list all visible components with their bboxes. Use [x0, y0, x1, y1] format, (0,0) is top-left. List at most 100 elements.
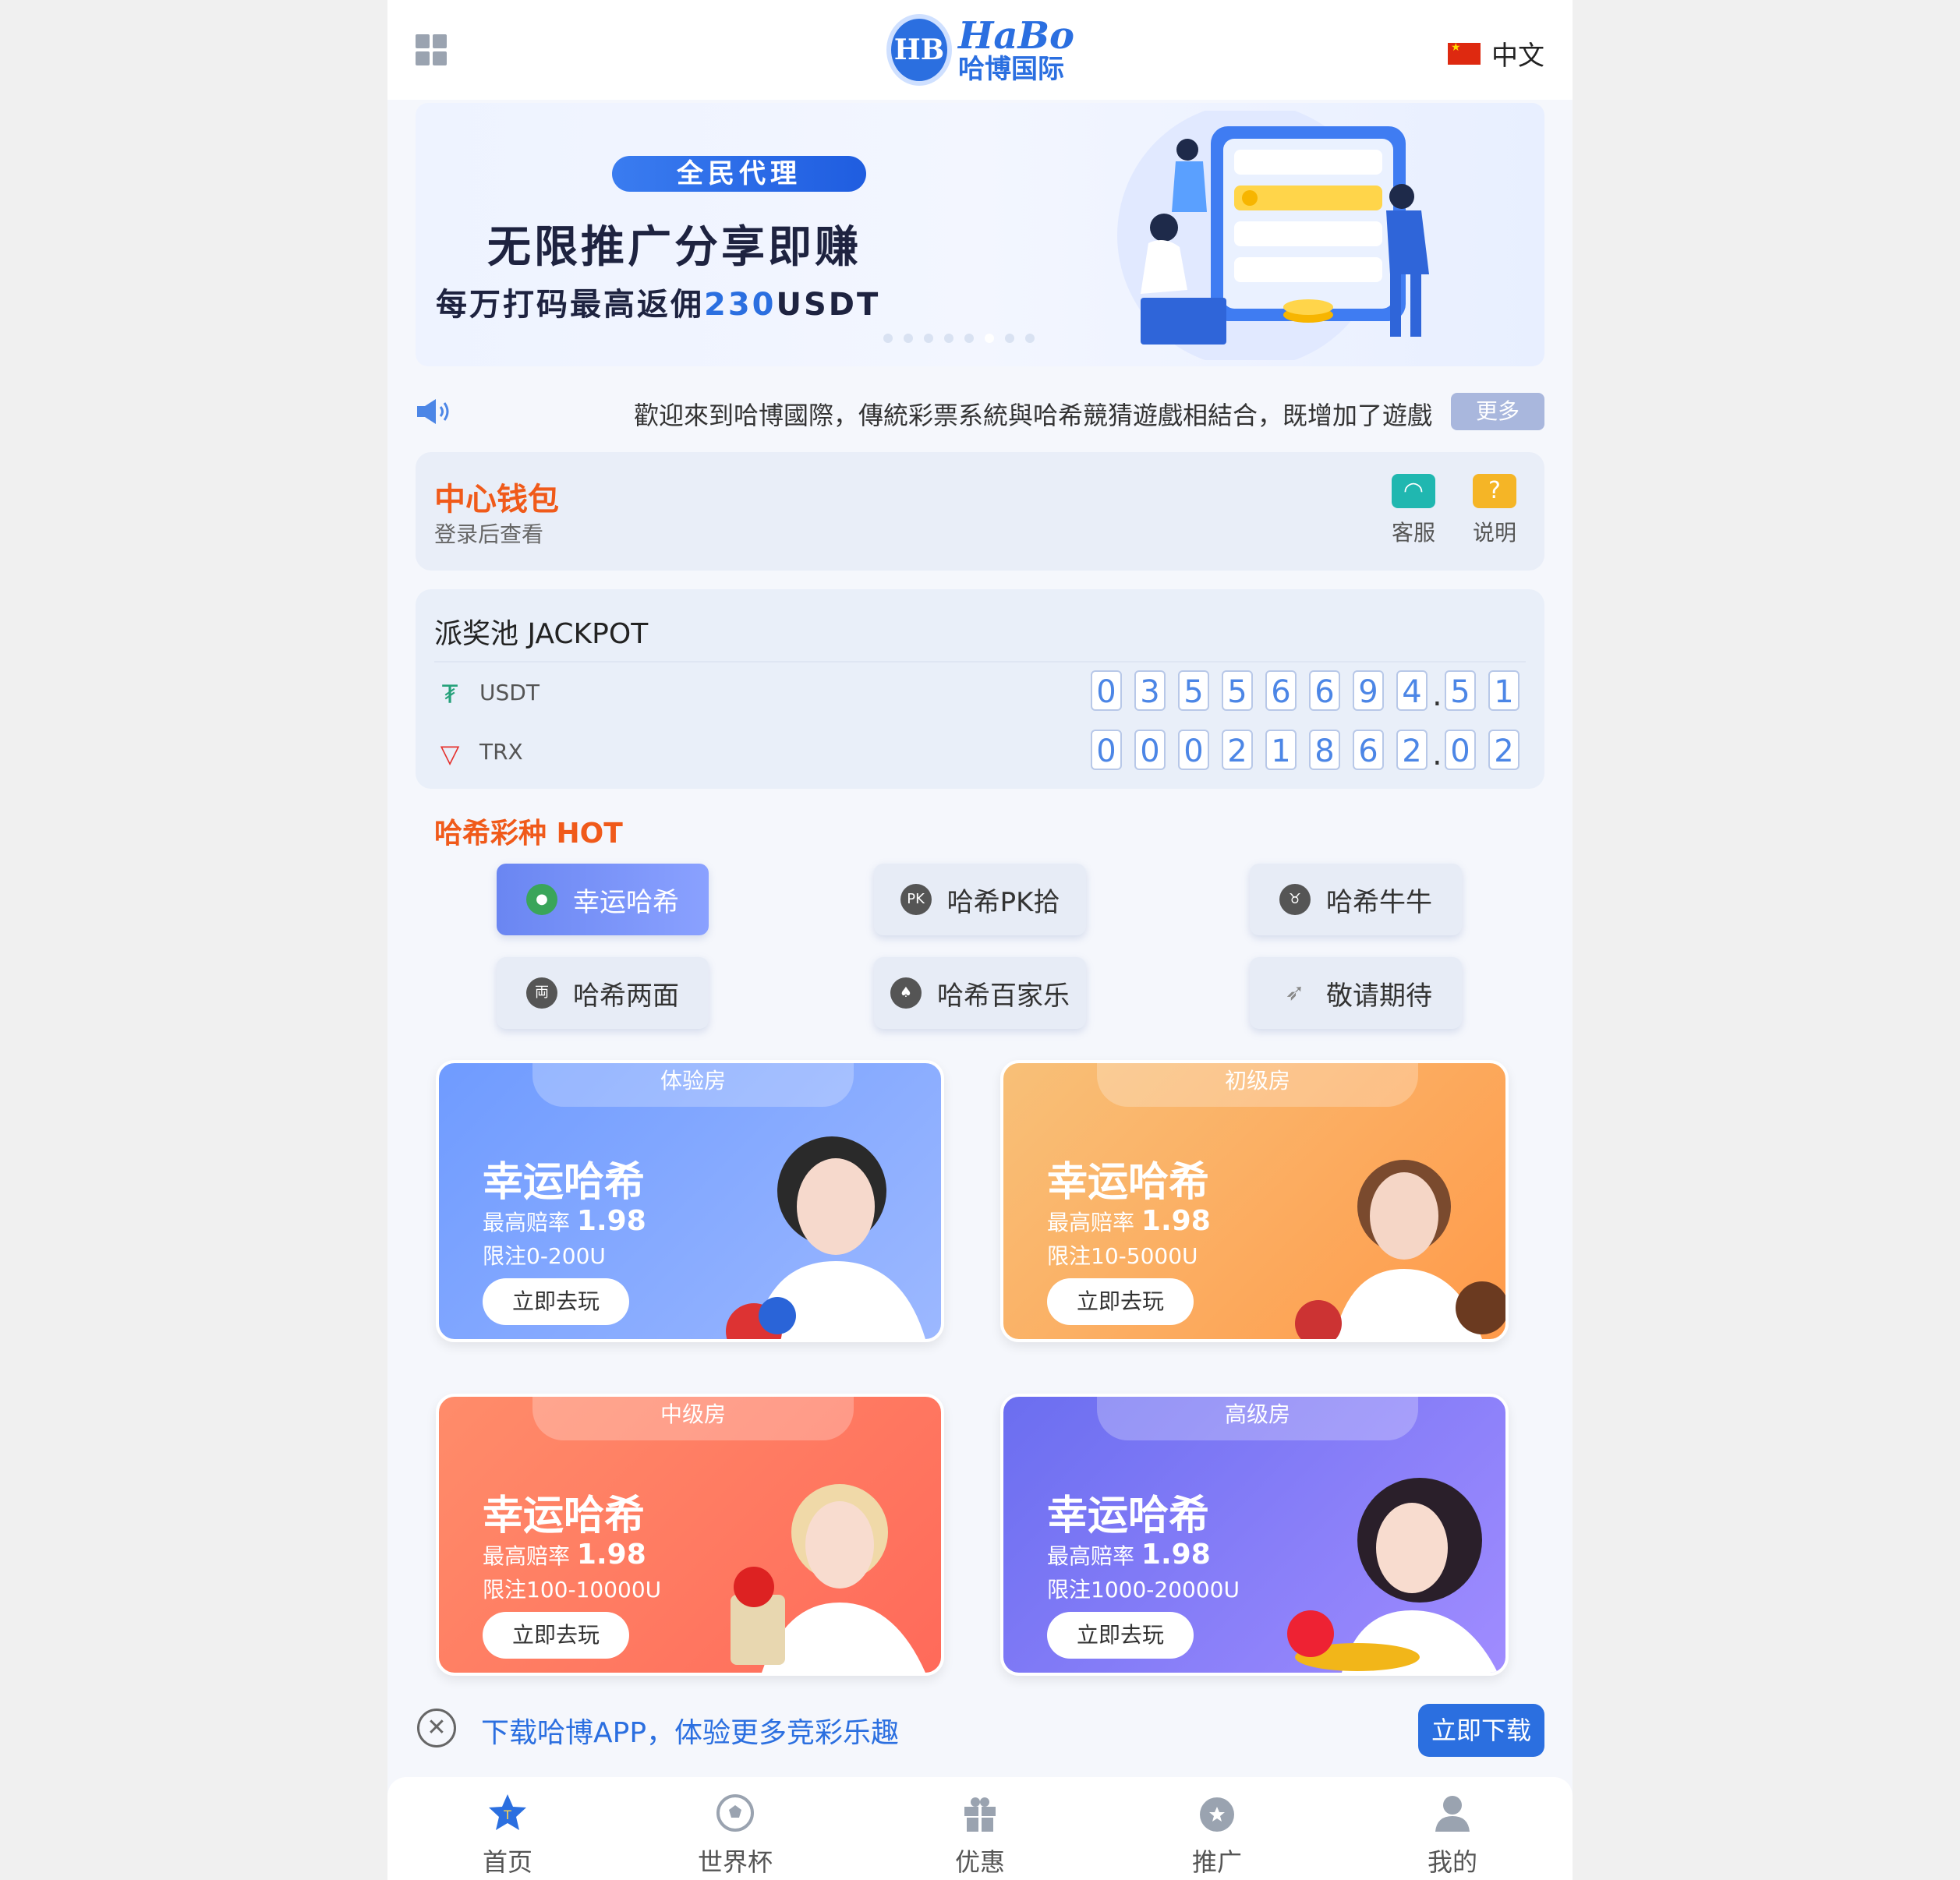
room-limit: 限注10-5000U	[1047, 1243, 1198, 1269]
room-odds: 最高赔率 1.98	[483, 1205, 646, 1237]
home-star-icon: T	[489, 1794, 526, 1830]
jackpot-digit: 5	[1178, 670, 1209, 711]
wallet-title: 中心钱包	[434, 482, 559, 518]
game-baccarat-button[interactable]: ♠ 哈希百家乐	[874, 957, 1086, 1029]
tab-promotions[interactable]: 优惠	[925, 1791, 1035, 1878]
hostess-image	[1287, 1478, 1498, 1673]
tab-home[interactable]: T 首页	[453, 1791, 562, 1878]
help-label: 说明	[1472, 520, 1516, 546]
usdt-icon: ₮	[441, 680, 458, 709]
jackpot-digit: 0	[1091, 730, 1122, 770]
tab-world-cup[interactable]: 世界杯	[681, 1791, 790, 1878]
soccer-ball-icon	[716, 1794, 754, 1832]
jackpot-digit: 0	[1134, 730, 1166, 770]
game-two-sides-button[interactable]: 両哈希两面	[497, 957, 709, 1029]
room-limit: 限注1000-20000U	[1047, 1577, 1240, 1603]
customer-service-button[interactable]: ◠ 客服	[1390, 474, 1437, 547]
help-button[interactable]: ? 说明	[1471, 474, 1518, 547]
promo-banner[interactable]: 全民代理 无限推广分享即赚 每万打码最高返佣230USDT	[416, 103, 1544, 366]
jackpot-digit: 0	[1178, 730, 1209, 770]
jackpot-digit: 6	[1265, 670, 1297, 711]
pk-icon: PK	[900, 884, 932, 915]
tab-label: 首页	[482, 1847, 532, 1877]
jackpot-digit: 0	[1091, 670, 1122, 711]
play-now-button[interactable]: 立即去玩	[1047, 1612, 1194, 1659]
divider	[434, 661, 1526, 663]
jackpot-digit: 1	[1265, 730, 1297, 770]
app-screen: HB HaBo 哈博国际 中文 全民代理 无限推广分享即赚 每万打码最高返佣23…	[387, 0, 1573, 1880]
hostess-image	[731, 1484, 925, 1673]
customer-service-label: 客服	[1391, 520, 1435, 546]
game-label: 幸运哈希	[573, 886, 679, 918]
jackpot-digit: 1	[1488, 670, 1520, 711]
banner-pill: 全民代理	[612, 156, 866, 192]
wallet-card: 中心钱包 登录后查看 ◠ 客服 ? 说明	[416, 452, 1544, 571]
medal-icon	[1200, 1797, 1234, 1832]
logo-badge: HB	[886, 14, 952, 86]
room-title: 幸运哈希	[483, 1493, 646, 1539]
play-now-button[interactable]: 立即去玩	[1047, 1278, 1194, 1325]
download-bar: ✕ 下载哈博APP，体验更多竞彩乐趣 立即下载	[387, 1696, 1573, 1765]
tab-label: 我的	[1427, 1847, 1477, 1877]
game-label: 哈希两面	[573, 980, 679, 1012]
tab-referral[interactable]: 推广	[1162, 1791, 1272, 1878]
jackpot-digit: 8	[1309, 730, 1340, 770]
game-pk10-button[interactable]: PK 哈希PK拾	[874, 864, 1086, 935]
room-card-advanced[interactable]: 高级房 幸运哈希 最高赔率 1.98 限注1000-20000U 立即去玩	[1000, 1394, 1509, 1676]
rocket-icon: ➶	[1285, 979, 1305, 1006]
language-label: 中文	[1491, 41, 1544, 72]
cards-icon: ♠	[890, 977, 922, 1009]
room-odds: 最高赔率 1.98	[1047, 1205, 1211, 1237]
two-sides-icon: 両	[526, 977, 557, 1009]
room-odds: 最高赔率 1.98	[1047, 1539, 1211, 1571]
svg-text:T: T	[503, 1808, 511, 1822]
download-promo-text: 下载哈博APP，体验更多竞彩乐趣	[481, 1717, 900, 1749]
room-title: 幸运哈希	[1047, 1159, 1210, 1206]
room-card-intermediate[interactable]: 中级房 幸运哈希 最高赔率 1.98 限注100-10000U 立即去玩	[436, 1394, 944, 1676]
grid-menu-icon[interactable]	[416, 34, 447, 65]
jackpot-digit: 2	[1222, 730, 1253, 770]
jackpot-row-usdt: ₮ USDT 03556694.51	[434, 670, 1526, 717]
download-now-button[interactable]: 立即下载	[1418, 1704, 1544, 1757]
jackpot-digit: 2	[1396, 730, 1428, 770]
lucky-balls-icon: ●	[526, 884, 557, 915]
game-label: 哈希百家乐	[937, 980, 1070, 1012]
hot-section-title: 哈希彩种 HOT	[434, 818, 623, 850]
play-now-button[interactable]: 立即去玩	[483, 1278, 629, 1325]
bottom-tab-bar: T 首页 世界杯 优惠 推广 我的	[387, 1777, 1573, 1880]
game-label: 哈希牛牛	[1326, 886, 1432, 918]
tab-label: 优惠	[954, 1847, 1005, 1877]
jackpot-digit: 2	[1488, 730, 1520, 770]
tab-label: 推广	[1191, 1847, 1242, 1877]
jackpot-digits: 00021862.02	[1078, 730, 1520, 770]
logo-cn: 哈博国际	[958, 54, 1064, 85]
announcement-more-button[interactable]: 更多	[1451, 393, 1544, 430]
jackpot-digits: 03556694.51	[1078, 670, 1520, 711]
jackpot-currency: TRX	[479, 739, 523, 765]
room-card-trial[interactable]: 体验房 幸运哈希 最高赔率 1.98 限注0-200U 立即去玩	[436, 1060, 944, 1342]
game-coming-soon-button[interactable]: ➶ 敬请期待	[1250, 957, 1462, 1029]
jackpot-currency: USDT	[479, 680, 540, 705]
bull-icon: ♉	[1279, 884, 1311, 915]
language-switcher[interactable]: 中文	[1448, 34, 1544, 72]
play-now-button[interactable]: 立即去玩	[483, 1612, 629, 1659]
jackpot-decimal-point: .	[1432, 737, 1442, 772]
jackpot-digit: 0	[1445, 730, 1476, 770]
close-icon[interactable]: ✕	[417, 1709, 456, 1747]
banner-pagination[interactable]	[883, 334, 1035, 343]
tab-profile[interactable]: 我的	[1398, 1791, 1507, 1878]
china-flag-icon	[1448, 41, 1481, 65]
banner-headline: 无限推广分享即赚	[487, 222, 861, 273]
wallet-login-hint[interactable]: 登录后查看	[434, 518, 543, 549]
jackpot-digit: 4	[1396, 670, 1428, 711]
user-icon	[1435, 1796, 1470, 1832]
game-niuniu-button[interactable]: ♉ 哈希牛牛	[1250, 864, 1462, 935]
jackpot-digit: 6	[1353, 730, 1384, 770]
room-odds: 最高赔率 1.98	[483, 1539, 646, 1571]
banner-subline: 每万打码最高返佣230USDT	[436, 287, 881, 323]
room-limit: 限注100-10000U	[483, 1577, 662, 1603]
game-lucky-hash-button[interactable]: ● 幸运哈希	[497, 864, 709, 935]
jackpot-title: 派奖池 JACKPOT	[434, 618, 649, 650]
trx-icon: ▽	[440, 739, 460, 769]
room-card-beginner[interactable]: 初级房 幸运哈希 最高赔率 1.98 限注10-5000U 立即去玩	[1000, 1060, 1509, 1342]
